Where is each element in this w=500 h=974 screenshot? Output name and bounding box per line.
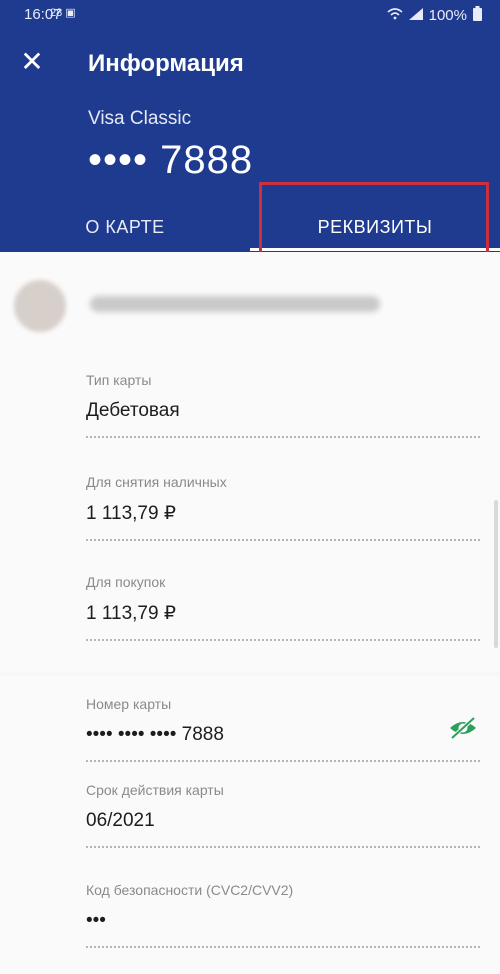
divider [86,946,480,948]
card-number-label: Номер карты [86,696,172,712]
status-bar: 16:07 28 ▣ 100% [0,0,500,30]
tab-requisites[interactable]: РЕКВИЗИТЫ [250,202,500,252]
active-tab-indicator [250,248,500,251]
wifi-icon [387,7,403,24]
status-right: 100% [387,6,482,25]
battery-percent: 100% [428,7,467,24]
cvc-label: Код безопасности (CVC2/CVV2) [86,882,294,898]
page-title: Информация [88,50,244,77]
scrollbar[interactable] [494,500,498,648]
divider [86,846,480,848]
status-notification-icons: 28 ▣ [50,7,76,19]
purchases-label: Для покупок [86,574,166,590]
expiry-label: Срок действия карты [86,782,224,798]
card-type-value: Дебетовая [86,400,180,421]
signal-icon [408,7,423,24]
card-number-value: •••• •••• •••• 7888 [86,724,224,745]
header: ✕ Информация Visa Classic •••• 7888 О КА… [0,30,500,252]
divider [86,539,480,541]
expiry-field: Срок действия карты 06/2021 [86,782,480,848]
card-details-panel: Номер карты •••• •••• •••• 7888 Срок дей… [0,676,500,974]
cash-field: Для снятия наличных 1 113,79 ₽ [86,474,480,541]
hide-number-eye-icon[interactable] [448,716,478,740]
divider [86,436,480,438]
divider [86,760,480,762]
card-name: Visa Classic [88,108,192,129]
purchases-field: Для покупок 1 113,79 ₽ [86,574,480,641]
cash-label: Для снятия наличных [86,474,227,490]
tab-about-card[interactable]: О КАРТЕ [0,202,250,252]
close-button[interactable]: ✕ [16,46,48,78]
cvc-value: ••• [86,910,106,931]
card-info-panel: Тип карты Дебетовая Для снятия наличных … [0,252,500,672]
card-number-field: Номер карты •••• •••• •••• 7888 [86,696,480,762]
card-type-field: Тип карты Дебетовая [86,372,480,438]
expiry-value: 06/2021 [86,810,155,831]
blurred-holder-name [90,296,380,312]
card-number: •••• 7888 [88,138,254,182]
cash-value: 1 113,79 ₽ [86,503,176,524]
divider [86,639,480,641]
avatar [14,280,66,332]
battery-icon [473,6,482,25]
cvc-field: Код безопасности (CVC2/CVV2) ••• [86,882,480,948]
close-icon: ✕ [20,46,44,77]
card-type-label: Тип карты [86,372,152,388]
purchases-value: 1 113,79 ₽ [86,603,176,624]
